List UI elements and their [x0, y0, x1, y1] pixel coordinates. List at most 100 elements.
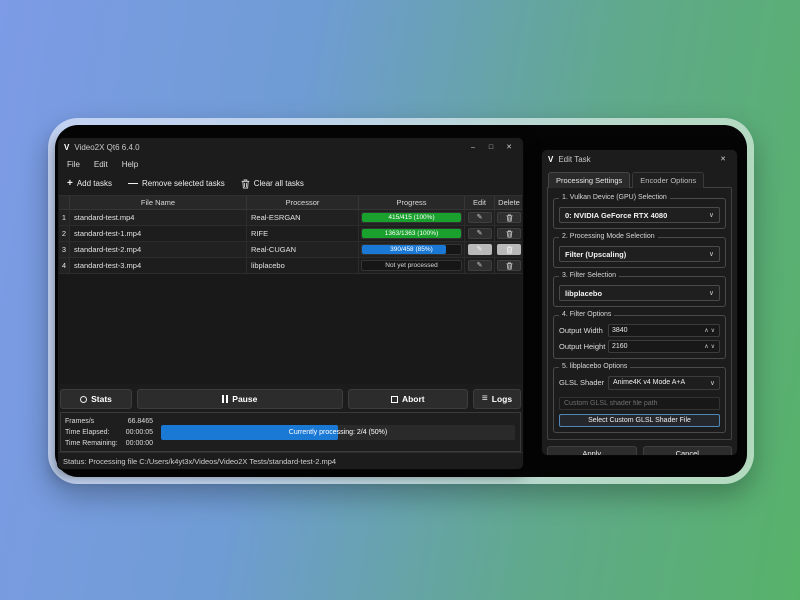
clear-tasks-label: Clear all tasks: [254, 179, 304, 188]
table-empty-area: [59, 274, 522, 384]
select-shader-file-button[interactable]: Select Custom GLSL Shader File: [559, 414, 720, 427]
tab-bar: Processing Settings Encoder Options: [547, 172, 732, 188]
gpu-group-label: 1. Vulkan Device (GPU) Selection: [559, 194, 670, 201]
header-delete: Delete: [495, 196, 522, 210]
maximize-icon[interactable]: □: [483, 140, 499, 154]
row-number: 1: [59, 210, 70, 226]
progress-bar: 1363/1363 (100%): [361, 228, 462, 239]
close-icon[interactable]: ✕: [715, 152, 731, 166]
close-icon[interactable]: ✕: [501, 140, 517, 154]
processor-cell: Real-CUGAN: [247, 242, 359, 258]
output-width-value: 3840: [612, 327, 703, 334]
task-table: File Name Processor Progress Edit Delete…: [59, 196, 522, 384]
delete-task-button[interactable]: [497, 212, 521, 223]
tab-processing-settings[interactable]: Processing Settings: [548, 172, 630, 188]
remove-tasks-label: Remove selected tasks: [142, 179, 225, 188]
stats-label: Stats: [91, 394, 112, 404]
pause-label: Pause: [232, 394, 257, 404]
logs-button[interactable]: ≡ Logs: [473, 389, 521, 409]
processor-cell: libplacebo: [247, 258, 359, 274]
filter-selection-group: 3. Filter Selection libplacebo ∨: [553, 276, 726, 307]
output-height-row: Output Height 2160 ∧ ∨: [559, 340, 720, 353]
filter-options-group: 4. Filter Options Output Width 3840 ∧ ∨ …: [553, 315, 726, 359]
time-remaining-value: 00:00:00: [126, 440, 153, 447]
cancel-button[interactable]: Cancel: [643, 446, 733, 456]
chevron-down-icon[interactable]: ∨: [710, 327, 716, 334]
file-name-cell: standard-test-2.mp4: [70, 242, 247, 258]
minimize-icon[interactable]: –: [465, 140, 481, 154]
chevron-down-icon[interactable]: ∨: [710, 343, 716, 350]
clear-tasks-button[interactable]: Clear all tasks: [238, 177, 307, 191]
overall-progress-text: Currently processing: 2/4 (50%): [161, 425, 515, 440]
delete-task-button[interactable]: [497, 260, 521, 271]
tab-encoder-options[interactable]: Encoder Options: [632, 172, 704, 188]
progress-bar: Not yet processed: [361, 260, 462, 271]
processor-cell: RIFE: [247, 226, 359, 242]
edit-task-button[interactable]: ✎: [468, 228, 492, 239]
edit-task-dialog: V Edit Task ✕ Processing Settings Encode…: [541, 149, 738, 456]
menu-help[interactable]: Help: [122, 160, 138, 169]
edit-task-button[interactable]: ✎: [468, 260, 492, 271]
remove-tasks-button[interactable]: — Remove selected tasks: [125, 177, 228, 190]
apply-button[interactable]: Apply: [547, 446, 637, 456]
filter-select[interactable]: libplacebo ∨: [559, 285, 720, 301]
chevron-down-icon: ∨: [709, 250, 714, 258]
output-width-label: Output Width: [559, 326, 608, 335]
minus-icon: —: [128, 180, 138, 188]
header-gutter: [59, 196, 70, 210]
table-row[interactable]: 4 standard-test-3.mp4 libplacebo Not yet…: [59, 258, 522, 274]
gpu-select[interactable]: 0: NVIDIA GeForce RTX 4080 ∨: [559, 207, 720, 223]
trash-icon: [506, 246, 513, 254]
output-width-spinner[interactable]: 3840 ∧ ∨: [608, 324, 720, 337]
processing-mode-select[interactable]: Filter (Upscaling) ∨: [559, 246, 720, 262]
main-titlebar[interactable]: V Video2X Qt6 6.4.0 – □ ✕: [58, 138, 523, 156]
table-row[interactable]: 1 standard-test.mp4 Real-ESRGAN 415/415 …: [59, 210, 522, 226]
table-row[interactable]: 2 standard-test-1.mp4 RIFE 1363/1363 (10…: [59, 226, 522, 242]
header-progress: Progress: [359, 196, 465, 210]
table-row[interactable]: 3 standard-test-2.mp4 Real-CUGAN 390/458…: [59, 242, 522, 258]
dialog-body: Processing Settings Encoder Options 1. V…: [542, 168, 737, 456]
dialog-titlebar[interactable]: V Edit Task ✕: [542, 150, 737, 168]
menubar: File Edit Help: [58, 156, 523, 172]
progress-cell: 390/458 (85%): [359, 242, 465, 258]
trash-icon: [506, 214, 513, 222]
menu-edit[interactable]: Edit: [94, 160, 108, 169]
glsl-shader-value: Anime4K v4 Mode A+A: [613, 379, 710, 386]
progress-text: 415/415 (100%): [362, 213, 461, 222]
time-remaining-label: Time Remaining:: [65, 440, 126, 447]
pencil-icon: ✎: [477, 230, 483, 237]
progress-cell: Not yet processed: [359, 258, 465, 274]
progress-text: 1363/1363 (100%): [362, 229, 461, 238]
output-height-spinner[interactable]: 2160 ∧ ∨: [608, 340, 720, 353]
pencil-icon: ✎: [477, 214, 483, 221]
menu-file[interactable]: File: [67, 160, 80, 169]
pencil-icon: ✎: [477, 246, 483, 253]
processor-cell: Real-ESRGAN: [247, 210, 359, 226]
custom-shader-path-input[interactable]: [559, 397, 720, 410]
progress-bar: 415/415 (100%): [361, 212, 462, 223]
edit-task-button[interactable]: ✎: [468, 212, 492, 223]
trash-icon: [506, 262, 513, 270]
toolbar: + Add tasks — Remove selected tasks Clea…: [58, 172, 523, 196]
glsl-shader-select[interactable]: Anime4K v4 Mode A+A ∨: [608, 376, 720, 390]
app-logo-icon: V: [548, 155, 553, 164]
trash-icon: [506, 230, 513, 238]
fps-value: 66.8465: [128, 418, 153, 425]
pause-button[interactable]: Pause: [137, 389, 343, 409]
control-buttons-row: Stats Pause Abort ≡ Logs: [60, 389, 521, 409]
stats-button[interactable]: Stats: [60, 389, 132, 409]
progress-cell: 415/415 (100%): [359, 210, 465, 226]
chevron-down-icon: ∨: [710, 379, 715, 387]
stats-panel: Frames/s 66.8465 Time Elapsed: 00:00:05 …: [60, 412, 521, 452]
progress-text: Not yet processed: [362, 261, 461, 270]
add-tasks-button[interactable]: + Add tasks: [64, 177, 115, 190]
row-number: 3: [59, 242, 70, 258]
processing-mode-value: Filter (Upscaling): [565, 250, 709, 259]
logs-label: Logs: [492, 394, 512, 404]
delete-task-button[interactable]: [497, 228, 521, 239]
progress-cell: 1363/1363 (100%): [359, 226, 465, 242]
abort-button[interactable]: Abort: [348, 389, 468, 409]
fps-row: Frames/s 66.8465: [65, 416, 153, 427]
file-name-cell: standard-test-3.mp4: [70, 258, 247, 274]
output-width-row: Output Width 3840 ∧ ∨: [559, 324, 720, 337]
